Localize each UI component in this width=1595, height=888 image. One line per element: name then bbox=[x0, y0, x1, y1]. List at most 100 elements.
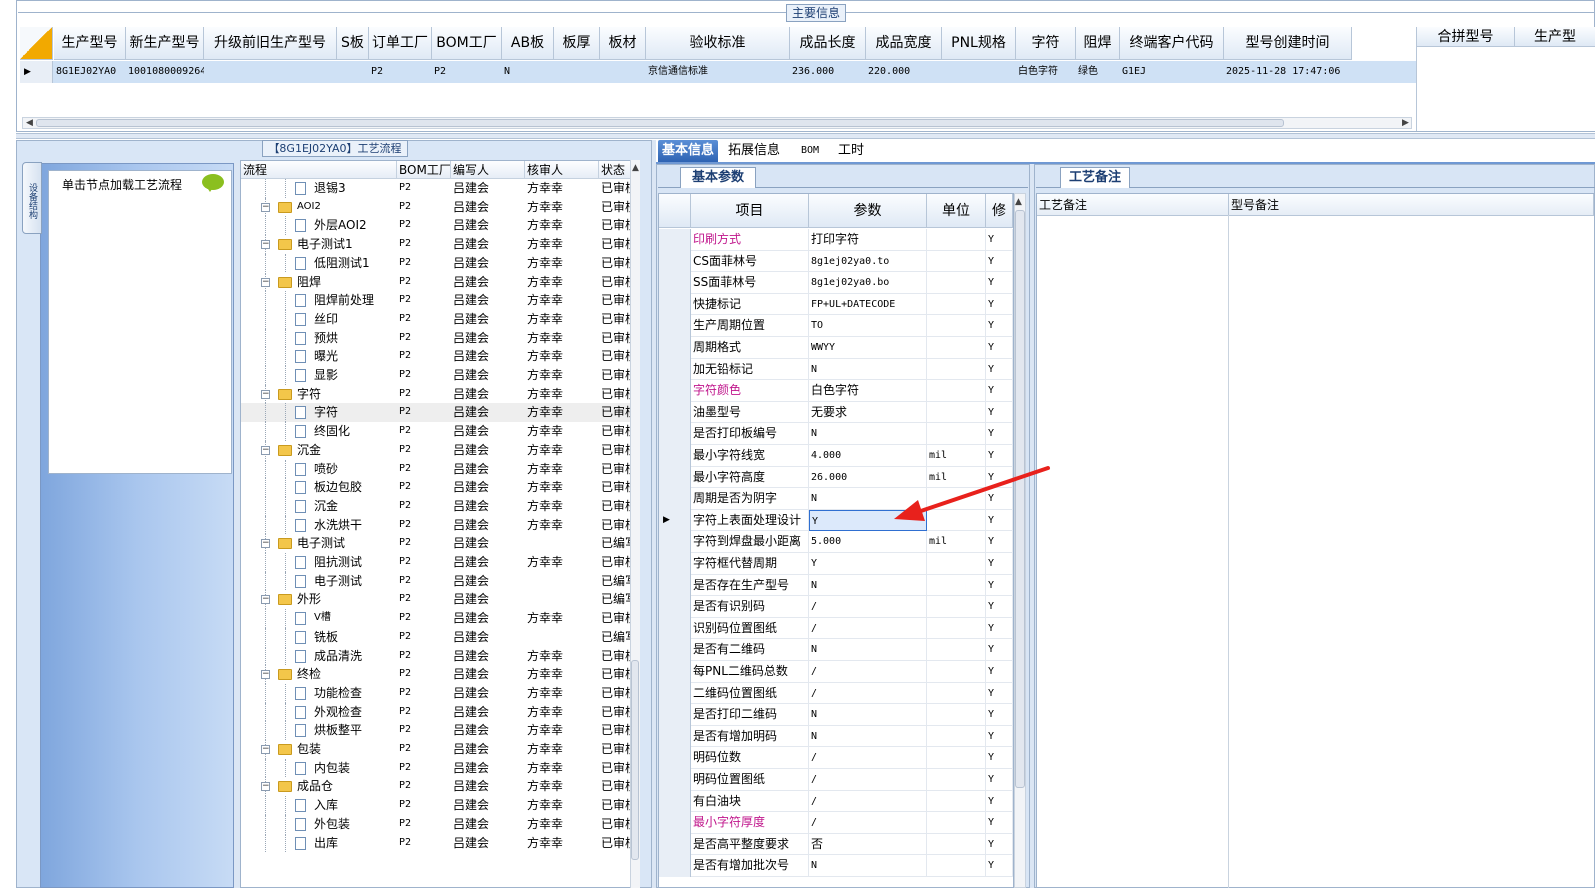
param-row-indicator[interactable] bbox=[659, 747, 691, 769]
param-row[interactable]: 每PNL二维码总数 / Y bbox=[659, 661, 1013, 683]
model-cell[interactable]: 220.000 bbox=[866, 61, 942, 83]
param-row-indicator[interactable]: ▶ bbox=[659, 509, 691, 532]
param-value-cell[interactable]: / bbox=[809, 661, 927, 683]
tree-step-node[interactable]: 喷砂 P2 吕建会 方幸幸 已审核 bbox=[241, 459, 635, 479]
param-modify-cell[interactable]: Y bbox=[986, 553, 1013, 575]
model-cell[interactable]: 10010800092648 bbox=[126, 61, 204, 83]
param-modify-cell[interactable]: Y bbox=[986, 466, 1013, 489]
param-value-cell[interactable]: / bbox=[809, 617, 927, 640]
tree-step-node[interactable]: 外层AOI2 P2 吕建会 方幸幸 已审核 bbox=[241, 216, 635, 236]
param-value-cell[interactable]: / bbox=[809, 812, 927, 834]
param-modify-cell[interactable]: Y bbox=[986, 488, 1013, 510]
tab-work-hours[interactable]: 工时 bbox=[834, 140, 868, 162]
column-header[interactable]: 型号创建时间 bbox=[1224, 27, 1352, 60]
param-modify-cell[interactable]: Y bbox=[986, 725, 1013, 748]
param-row[interactable]: 明码位数 / Y bbox=[659, 747, 1013, 769]
column-header[interactable]: BOM工厂 bbox=[432, 27, 502, 60]
param-modify-cell[interactable]: Y bbox=[986, 617, 1013, 640]
tab-process-notes[interactable]: 工艺备注 bbox=[1060, 167, 1130, 188]
tree-folder-node[interactable]: − 电子测试1 P2 吕建会 方幸幸 已审核 bbox=[241, 235, 635, 254]
param-row-indicator[interactable] bbox=[659, 704, 691, 726]
tree-step-node[interactable]: 外包装 P2 吕建会 方幸幸 已审核 bbox=[241, 814, 635, 834]
param-row[interactable]: ▶ 字符上表面处理设计 Y Y bbox=[659, 509, 1013, 532]
param-value-cell[interactable]: / bbox=[809, 682, 927, 705]
param-grid-corner[interactable] bbox=[659, 194, 691, 228]
param-row-indicator[interactable] bbox=[659, 574, 691, 597]
tree-folder-node[interactable]: − 字符 P2 吕建会 方幸幸 已审核 bbox=[241, 384, 635, 404]
model-cell[interactable] bbox=[600, 61, 646, 83]
tree-step-node[interactable]: 水洗烘干 P2 吕建会 方幸幸 已审核 bbox=[241, 515, 635, 535]
param-value-cell[interactable]: 否 bbox=[809, 833, 927, 856]
model-cell[interactable]: 绿色 bbox=[1076, 61, 1120, 83]
param-modify-cell[interactable]: Y bbox=[986, 769, 1013, 791]
param-value-cell[interactable]: N bbox=[809, 574, 927, 597]
param-value-cell[interactable]: 26.000 bbox=[809, 466, 927, 489]
param-row[interactable]: 周期是否为阴字 N Y bbox=[659, 488, 1013, 510]
column-header[interactable]: S板 bbox=[337, 27, 369, 60]
param-modify-cell[interactable]: Y bbox=[986, 812, 1013, 834]
model-cell[interactable]: 8G1EJ02YA0 bbox=[54, 61, 126, 83]
param-header-item[interactable]: 项目 bbox=[691, 194, 809, 228]
model-cell[interactable]: 236.000 bbox=[790, 61, 866, 83]
param-row[interactable]: 是否打印二维码 N Y bbox=[659, 704, 1013, 726]
param-value-cell[interactable]: Y bbox=[809, 509, 927, 532]
param-row-indicator[interactable] bbox=[659, 466, 691, 489]
param-row-indicator[interactable] bbox=[659, 272, 691, 294]
tree-folder-node[interactable]: − 电子测试 P2 吕建会 已编写 bbox=[241, 534, 635, 553]
param-modify-cell[interactable]: Y bbox=[986, 337, 1013, 359]
param-modify-cell[interactable]: Y bbox=[986, 682, 1013, 705]
tab-basic-info[interactable]: 基本信息 bbox=[658, 140, 718, 162]
collapse-icon[interactable]: − bbox=[261, 670, 270, 680]
model-cell[interactable] bbox=[337, 61, 369, 83]
param-value-cell[interactable]: 白色字符 bbox=[809, 380, 927, 402]
param-row-indicator[interactable] bbox=[659, 488, 691, 510]
param-row-indicator[interactable] bbox=[659, 661, 691, 683]
param-row[interactable]: 字符框代替周期 Y Y bbox=[659, 553, 1013, 575]
model-cell[interactable]: P2 bbox=[432, 61, 502, 83]
tree-step-node[interactable]: 预烘 P2 吕建会 方幸幸 已审核 bbox=[241, 328, 635, 348]
column-header[interactable]: 新生产型号 bbox=[126, 27, 204, 60]
tree-step-node[interactable]: 入库 P2 吕建会 方幸幸 已审核 bbox=[241, 796, 635, 815]
param-row-indicator[interactable] bbox=[659, 401, 691, 424]
collapse-icon[interactable]: − bbox=[261, 782, 270, 792]
param-row[interactable]: 油墨型号 无要求 Y bbox=[659, 401, 1013, 424]
param-row[interactable]: 是否存在生产型号 N Y bbox=[659, 574, 1013, 597]
param-row-indicator[interactable] bbox=[659, 423, 691, 445]
param-row[interactable]: SS面菲林号 8g1ej02ya0.bo Y bbox=[659, 272, 1013, 294]
param-row[interactable]: CS面菲林号 8g1ej02ya0.to Y bbox=[659, 250, 1013, 273]
column-header[interactable]: 终端客户代码 bbox=[1120, 27, 1224, 60]
model-cell[interactable]: P2 bbox=[369, 61, 432, 83]
param-modify-cell[interactable]: Y bbox=[986, 445, 1013, 467]
tree-folder-node[interactable]: − 阻焊 P2 吕建会 方幸幸 已审核 bbox=[241, 272, 635, 292]
param-value-cell[interactable]: WWYY bbox=[809, 337, 927, 359]
merge-model-grid[interactable]: 合拼型号 生产型 bbox=[1416, 27, 1595, 131]
tree-column-header[interactable]: BOM工厂 bbox=[397, 161, 451, 179]
model-cell[interactable]: 京信通信标准 bbox=[646, 61, 790, 83]
column-header[interactable]: 生产型号 bbox=[54, 27, 126, 60]
param-row[interactable]: 最小字符厚度 / Y bbox=[659, 812, 1013, 834]
param-row[interactable]: 识别码位置图纸 / Y bbox=[659, 617, 1013, 640]
collapse-icon[interactable]: − bbox=[261, 389, 270, 399]
param-row[interactable]: 最小字符高度 26.000 mil Y bbox=[659, 466, 1013, 489]
param-row-indicator[interactable] bbox=[659, 855, 691, 877]
tree-step-node[interactable]: 显影 P2 吕建会 方幸幸 已审核 bbox=[241, 366, 635, 385]
tree-folder-node[interactable]: − 外形 P2 吕建会 已编写 bbox=[241, 590, 635, 610]
tree-step-node[interactable]: 外观检查 P2 吕建会 方幸幸 已审核 bbox=[241, 702, 635, 722]
param-modify-cell[interactable]: Y bbox=[986, 790, 1013, 813]
param-row-indicator[interactable] bbox=[659, 358, 691, 381]
tree-step-node[interactable]: 阻焊前处理 P2 吕建会 方幸幸 已审核 bbox=[241, 291, 635, 310]
merge-column-header[interactable]: 合拼型号 bbox=[1417, 27, 1515, 47]
collapse-icon[interactable]: − bbox=[261, 595, 270, 605]
tree-step-node[interactable]: 丝印 P2 吕建会 方幸幸 已审核 bbox=[241, 309, 635, 329]
tree-step-node[interactable]: 阻抗测试 P2 吕建会 方幸幸 已审核 bbox=[241, 553, 635, 572]
param-value-cell[interactable]: / bbox=[809, 747, 927, 769]
tree-step-node[interactable]: 沉金 P2 吕建会 方幸幸 已审核 bbox=[241, 496, 635, 516]
param-row-indicator[interactable] bbox=[659, 531, 691, 553]
param-row[interactable]: 最小字符线宽 4.000 mil Y bbox=[659, 445, 1013, 467]
column-header[interactable]: 阻焊 bbox=[1076, 27, 1120, 60]
tab-extended-info[interactable]: 拓展信息 bbox=[722, 140, 786, 162]
params-grid[interactable]: 项目 参数 单位修印刷方式 打印字符 Y CS面菲林号 8g1ej02ya0.to Y SS面菲… bbox=[658, 193, 1014, 888]
param-row-indicator[interactable] bbox=[659, 682, 691, 705]
tree-step-node[interactable]: 曝光 P2 吕建会 方幸幸 已审核 bbox=[241, 347, 635, 366]
horizontal-splitter[interactable] bbox=[16, 133, 1595, 139]
